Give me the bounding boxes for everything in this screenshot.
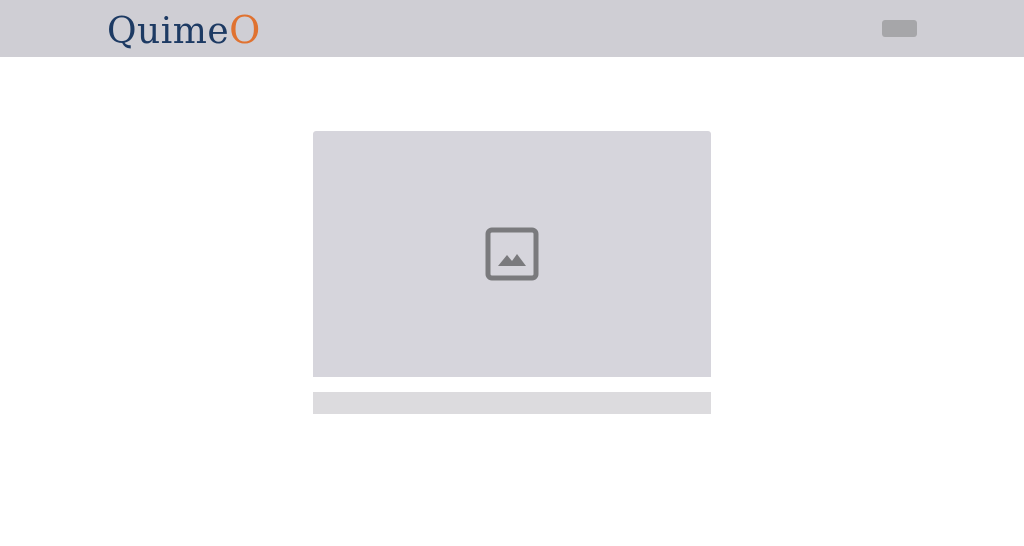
quimeo-logo[interactable]: Quime O: [107, 8, 261, 52]
image-icon: [485, 227, 539, 281]
logo-text-main: Quime: [107, 11, 230, 52]
caption-placeholder-bar: [313, 392, 711, 414]
menu-button[interactable]: [882, 20, 917, 37]
logo-text-accent: O: [229, 8, 261, 52]
top-navigation-bar: Quime O: [0, 0, 1024, 57]
media-card: [313, 131, 711, 414]
image-placeholder: [313, 131, 711, 377]
